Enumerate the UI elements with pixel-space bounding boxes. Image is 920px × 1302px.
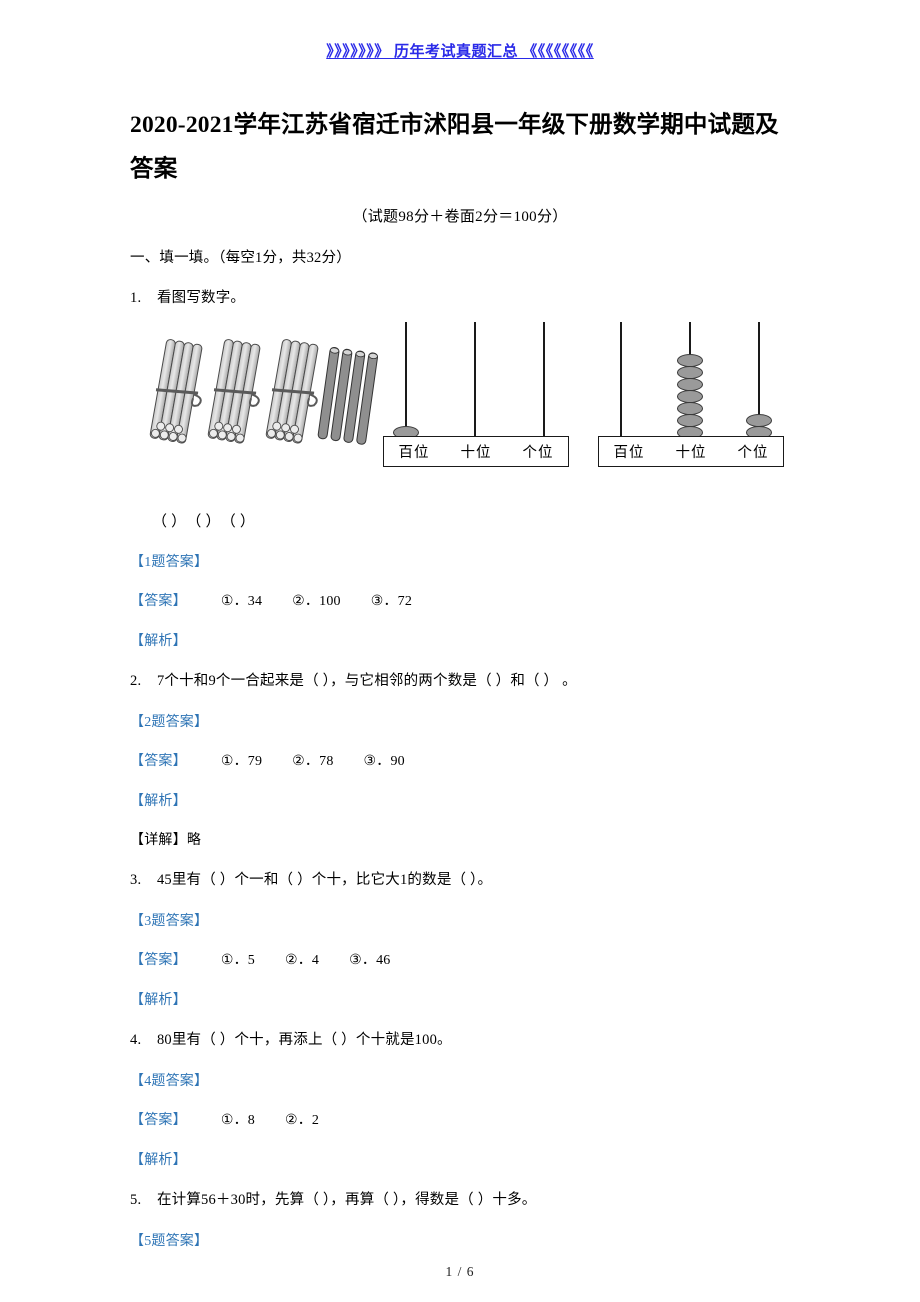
- question-4-number: 4.: [130, 1032, 142, 1048]
- question-3-answer-header: 【3题答案】: [130, 914, 209, 929]
- question-2-body: 7个十和9个一合起来是（ ），与它相邻的两个数是（ ）和（ ） 。: [156, 673, 577, 689]
- question-1-blanks: （ ）（ ）（ ）: [152, 510, 790, 531]
- page-footer: 1 / 6: [0, 1264, 920, 1280]
- question-4-analysis-tag: 【解析】: [130, 1153, 187, 1168]
- abacus-right-rod-hundreds: [620, 322, 622, 440]
- question-4-text: 4. 80里有（ ）个十，再添上（ ）个十就是100。: [130, 1030, 790, 1050]
- blank-3[interactable]: （ ）: [221, 510, 255, 531]
- abacus-right-labels: 百位 十位 个位: [598, 436, 784, 467]
- abacus-left-rod-hundreds: [405, 322, 407, 440]
- question-1-text: 1. 看图写数字。: [130, 288, 790, 308]
- abacus-right-bead-tens-3: [677, 402, 703, 415]
- abacus-left-labels: 百位 十位 个位: [383, 436, 569, 467]
- question-3-analysis-tag: 【解析】: [130, 993, 187, 1008]
- abacus-right-label-ones: 个位: [737, 445, 769, 461]
- question-2-analysis-tag: 【解析】: [130, 794, 187, 809]
- question-1-analysis-tag: 【解析】: [130, 634, 187, 649]
- question-3-answer-2: ②．4: [284, 953, 320, 968]
- blank-2[interactable]: （ ）: [186, 510, 220, 531]
- question-2-detail-row: 【详解】略: [130, 829, 790, 849]
- question-4-body: 80里有（ ）个十，再添上（ ）个十就是100。: [156, 1032, 452, 1048]
- question-4-answer-1: ①．8: [220, 1113, 255, 1128]
- question-2-answer-2: ②．78: [292, 754, 334, 769]
- answer-tag: 【答案】: [130, 1113, 187, 1128]
- page-number: 1 / 6: [445, 1264, 475, 1279]
- blank-1[interactable]: （ ）: [152, 510, 186, 531]
- question-3-answer-1: ①．5: [220, 953, 255, 968]
- abacus-left-rod-ones: [543, 322, 545, 440]
- sticks-svg: [149, 339, 379, 445]
- abacus-right-bead-tens-4: [677, 390, 703, 403]
- abacus-right-bead-tens-7: [677, 354, 703, 367]
- question-1-answer-header: 【1题答案】: [130, 555, 209, 570]
- question-2-detail-text: 略: [186, 833, 202, 848]
- abacus-left-rod-tens: [474, 322, 476, 440]
- document-page: 》》》》》》》 历年考试真题汇总 《《《《《《《《 2020-2021学年江苏省…: [0, 0, 920, 1302]
- abacus-left: 百位 十位 个位: [383, 318, 569, 468]
- question-3-number: 3.: [130, 872, 142, 888]
- question-5-text: 5. 在计算56＋30时，先算（ ），再算（ ），得数是（ ）十多。: [130, 1190, 790, 1210]
- stick-bundles-illustration: [148, 336, 383, 446]
- header-banner: 》》》》》》》 历年考试真题汇总 《《《《《《《《: [130, 0, 790, 61]
- question-4-answer-row: 【答案】 ①．8 ②．2: [130, 1109, 790, 1129]
- score-subtitle: （试题98分＋卷面2分＝100分）: [352, 209, 568, 225]
- question-2-answer-1: ①．79: [220, 754, 263, 769]
- abacus-left-label-ones: 个位: [522, 445, 554, 461]
- question-2-answer-row: 【答案】 ①．79 ②．78 ③．90: [130, 750, 790, 770]
- abacus-right-bead-ones-2: [746, 414, 772, 427]
- abacus-right: 百位 十位 个位: [598, 318, 784, 468]
- abacus-right-bead-tens-5: [677, 378, 703, 391]
- question-2-answer-header: 【2题答案】: [130, 715, 209, 730]
- question-4-answer-header: 【4题答案】: [130, 1074, 209, 1089]
- question-2-text: 2. 7个十和9个一合起来是（ ），与它相邻的两个数是（ ）和（ ） 。: [130, 671, 790, 691]
- abacus-left-label-tens: 十位: [460, 445, 492, 461]
- abacus-right-bead-tens-2: [677, 414, 703, 427]
- question-1-body: 看图写数字。: [156, 290, 246, 306]
- question-4-answer-2: ②．2: [284, 1113, 320, 1128]
- question-5-answer-header: 【5题答案】: [130, 1234, 209, 1249]
- answer-tag: 【答案】: [130, 953, 187, 968]
- question-1-answer-1: ①．34: [220, 594, 263, 609]
- abacus-left-label-hundreds: 百位: [398, 445, 430, 461]
- abacus-right-bead-tens-6: [677, 366, 703, 379]
- question-3-text: 3. 45里有（ ）个一和（ ）个十，比它大1的数是（ ）。: [130, 870, 790, 890]
- question-1-answer-2: ②．100: [292, 594, 341, 609]
- exam-archive-link[interactable]: 》》》》》》》 历年考试真题汇总 《《《《《《《《: [326, 44, 594, 60]
- section-heading: 一、填一填。（每空1分，共32分）: [130, 250, 351, 266]
- question-5-number: 5.: [130, 1192, 142, 1208]
- question-1-answer-3: ③．72: [370, 594, 413, 609]
- question-2-answer-3: ③．90: [363, 754, 405, 769]
- question-2-number: 2.: [130, 673, 142, 689]
- question-1-figure: 百位 十位 个位 百位 十位 个位: [130, 318, 790, 488]
- question-1-number: 1.: [130, 290, 142, 306]
- answer-tag: 【答案】: [130, 754, 187, 769]
- page-title: 2020-2021学年江苏省宿迁市沭阳县一年级下册数学期中试题及答案: [130, 112, 779, 182]
- question-2-detail-tag: 【详解】: [130, 833, 187, 848]
- question-3-answer-3: ③．46: [349, 953, 391, 968]
- answer-tag: 【答案】: [130, 594, 187, 609]
- question-3-body: 45里有（ ）个一和（ ）个十，比它大1的数是（ ）。: [156, 872, 493, 888]
- question-5-body: 在计算56＋30时，先算（ ），再算（ ），得数是（ ）十多。: [156, 1192, 537, 1208]
- abacus-right-label-hundreds: 百位: [613, 445, 645, 461]
- abacus-right-label-tens: 十位: [675, 445, 707, 461]
- question-1-answer-row: 【答案】 ①．34 ②．100 ③．72: [130, 590, 790, 610]
- question-3-answer-row: 【答案】 ①．5 ②．4 ③．46: [130, 949, 790, 969]
